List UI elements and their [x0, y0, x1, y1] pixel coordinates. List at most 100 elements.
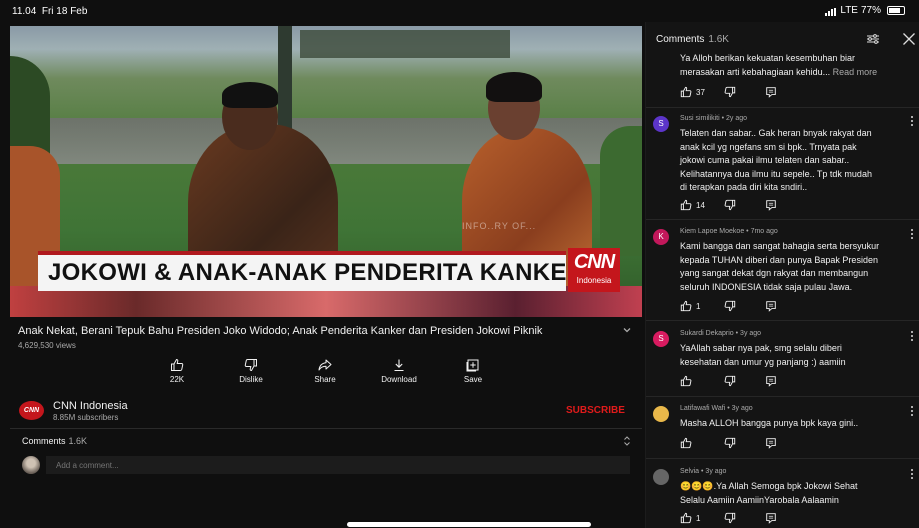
thumbs-down-icon[interactable] [724, 300, 736, 312]
thumbs-down-icon[interactable] [724, 375, 736, 387]
battery-percent: 77% [860, 5, 881, 16]
comment-time: 3y ago [740, 330, 762, 337]
comment-line: Telaten dan sabar.. Gak heran bnyak raky… [680, 128, 872, 138]
comment-author[interactable]: Latifawafi Wafi [680, 405, 725, 412]
panel-comment-count: 1.6K [708, 34, 729, 45]
comments-panel: Comments 1.6K Ya Alloh berikan kekuatan k… [645, 22, 919, 528]
comment-time: 7mo ago [750, 228, 778, 235]
thumbs-up-icon[interactable] [680, 512, 692, 524]
channel-avatar[interactable]: CNN [19, 401, 44, 420]
signal-icon [825, 5, 837, 16]
video-title[interactable]: Anak Nekat, Berani Tepuk Bahu Presiden J… [18, 325, 542, 337]
reply-icon[interactable] [765, 437, 777, 449]
commenter-avatar[interactable]: S [653, 331, 669, 347]
channel-name[interactable]: CNN Indonesia [53, 400, 128, 412]
comment-like-count: 1 [696, 302, 701, 311]
reply-icon[interactable] [765, 86, 777, 98]
comment-like-count: 14 [696, 201, 705, 210]
more-vert-icon[interactable] [910, 468, 914, 480]
thumbs-down-icon[interactable] [724, 437, 736, 449]
comment-line: 😊😊😊.Ya Allah Semoga bpk Jokowi Sehat [680, 481, 858, 491]
comment-author[interactable]: Susi similikiti [680, 115, 720, 122]
thumbs-down-icon[interactable] [724, 512, 736, 524]
thumbs-down-icon[interactable] [724, 86, 736, 98]
comment-meta: Latifawafi Wafi • 3y ago [680, 405, 753, 412]
video-scene-man-hair [222, 82, 278, 108]
comments-label: Comments [22, 436, 66, 446]
reply-icon[interactable] [765, 512, 777, 524]
video-scene-pole [278, 26, 292, 136]
comment-author[interactable]: Sukardi Dekaprio [680, 330, 734, 337]
comment-line: Kelihatannya dua ilmu itu sepele.. Tp td… [680, 168, 872, 179]
home-indicator[interactable] [347, 522, 591, 527]
dislike-button[interactable]: Dislike [221, 358, 281, 384]
subscribe-button[interactable]: SUBSCRIBE [566, 405, 625, 416]
comments-count: 1.6K [68, 436, 88, 446]
more-vert-icon[interactable] [910, 228, 914, 240]
thumbs-up-icon[interactable] [680, 86, 692, 98]
download-button[interactable]: Download [369, 358, 429, 384]
network-label: LTE [840, 5, 858, 16]
reply-icon[interactable] [765, 300, 777, 312]
cnn-logo-text: CNN [573, 251, 615, 273]
reply-icon[interactable] [765, 199, 777, 211]
comment-divider [646, 458, 919, 459]
comment-line: anak kcil yg ngefans sm si bpk.. Trnyata… [680, 141, 857, 152]
read-more-link[interactable]: Read more [833, 67, 878, 77]
reply-icon[interactable] [765, 375, 777, 387]
comment-line: Selalu Aamiin AamiinYarobala Aalaamin [680, 494, 839, 505]
comment-time: 3y ago [731, 405, 753, 412]
user-avatar [22, 456, 40, 474]
comments-header[interactable]: Comments 1.6K [22, 436, 87, 446]
comment-author[interactable]: Kiem Lapoe Moekoe [680, 228, 744, 235]
commenter-avatar[interactable] [653, 469, 669, 485]
comment-author[interactable]: Selvia [680, 468, 699, 475]
chevron-down-icon[interactable] [621, 324, 633, 336]
subscriber-count: 8.85M subscribers [53, 413, 119, 422]
comment-text: Masha ALLOH bangga punya bpk kaya gini.. [680, 417, 915, 431]
commenter-avatar[interactable] [653, 406, 669, 422]
close-icon[interactable] [902, 32, 916, 46]
comment-line: kesehatan dan umur yg panjang :) aamiin [680, 356, 846, 367]
action-bar: 22K Dislike Share Download Save [140, 358, 520, 388]
download-label: Download [381, 375, 417, 384]
more-vert-icon[interactable] [910, 115, 914, 127]
thumbs-up-icon[interactable] [680, 300, 692, 312]
more-vert-icon[interactable] [910, 330, 914, 342]
thumbs-up-icon[interactable] [680, 375, 692, 387]
thumbs-up-icon[interactable] [680, 199, 692, 211]
comment-line: seluruh INDONESIA tidak saja pulau Jawa. [680, 281, 853, 292]
youtube-app: 11.04 Fri 18 Feb LTE 77% INFO..RY OF... … [0, 0, 919, 528]
comment-divider [646, 107, 919, 108]
comment-meta: Kiem Lapoe Moekoe • 7mo ago [680, 228, 778, 235]
comment-text: Telaten dan sabar.. Gak heran bnyak raky… [680, 127, 915, 195]
more-vert-icon[interactable] [910, 405, 914, 417]
add-comment-input[interactable] [46, 456, 630, 474]
commenter-avatar[interactable]: S [653, 116, 669, 132]
comment-time: 3y ago [705, 468, 727, 475]
download-icon [394, 359, 404, 372]
like-button[interactable]: 22K [147, 358, 207, 384]
comment-line: Masha ALLOH bangga punya bpk kaya gini.. [680, 418, 859, 428]
comment-meta: Sukardi Dekaprio • 3y ago [680, 330, 762, 337]
share-button[interactable]: Share [295, 358, 355, 384]
thumbs-up-icon[interactable] [680, 437, 692, 449]
battery-icon [887, 6, 905, 15]
save-icon [466, 359, 479, 372]
comment-line: merasakan arti kebahagiaan kehidu... Rea… [680, 66, 915, 80]
panel-title-label: Comments [656, 34, 705, 45]
status-indicators: LTE 77% [825, 5, 905, 16]
status-clock: 11.04 [12, 6, 37, 17]
thumbs-up-icon [171, 358, 184, 371]
commenter-avatar[interactable]: K [653, 229, 669, 245]
comment-line: yang sangat dekat dgn rakyat dan membang… [680, 268, 869, 278]
save-button[interactable]: Save [443, 358, 503, 384]
comment-line: Kami bangga dan sangat bahagia serta ber… [680, 241, 880, 251]
thumbs-down-icon[interactable] [724, 199, 736, 211]
filter-icon[interactable] [866, 33, 880, 45]
expand-collapse-icon[interactable] [622, 435, 632, 447]
comment-actions: 37 [680, 86, 880, 98]
video-player[interactable]: INFO..RY OF... JOKOWI & ANAK-ANAK PENDER… [10, 26, 642, 317]
comment-line: Ya Alloh berikan kekuatan kesembuhan bia… [680, 53, 855, 63]
thumbs-down-icon [244, 359, 257, 372]
